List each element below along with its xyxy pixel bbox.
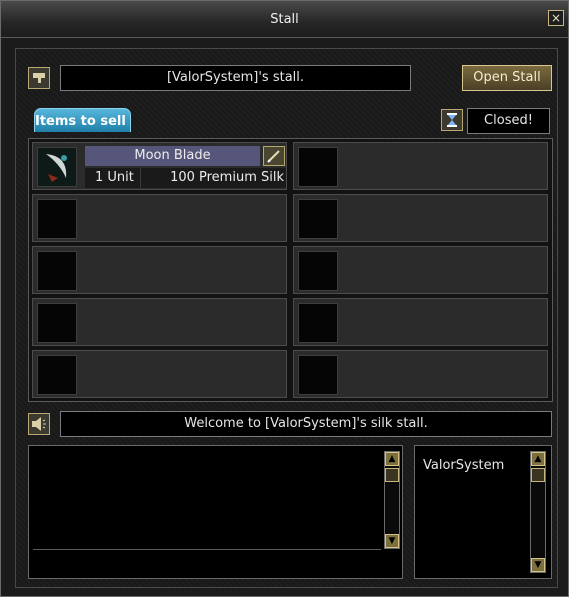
item-quantity: 1 Unit (85, 168, 140, 188)
empty-slot-icon[interactable] (298, 199, 338, 239)
item-slot-10[interactable] (293, 350, 548, 398)
item-slot-2[interactable] (32, 194, 287, 242)
open-stall-button[interactable]: Open Stall (462, 65, 552, 91)
item-slot-6[interactable] (293, 142, 548, 190)
item-slot-9[interactable] (293, 298, 548, 346)
empty-slot-icon[interactable] (37, 355, 77, 395)
scroll-up-icon[interactable]: ▲ (385, 452, 399, 466)
scroll-down-icon[interactable]: ▼ (531, 558, 545, 572)
item-name: Moon Blade (85, 146, 260, 166)
tab-items-to-sell[interactable]: Items to sell (34, 108, 131, 132)
scroll-down-icon[interactable]: ▼ (385, 534, 399, 548)
scroll-thumb[interactable] (531, 468, 545, 482)
empty-slot-icon[interactable] (298, 147, 338, 187)
stall-name-field[interactable]: [ValorSystem]'s stall. (60, 65, 411, 91)
visitor-list-panel[interactable]: ValorSystem ▲ ▼ (414, 445, 552, 579)
item-slot-7[interactable] (293, 194, 548, 242)
tab-items-to-sell-label: Items to sell (35, 114, 126, 129)
item-slot-3[interactable] (32, 246, 287, 294)
welcome-message[interactable]: Welcome to [ValorSystem]'s silk stall. (60, 411, 552, 437)
window-title: Stall (270, 12, 299, 27)
empty-slot-icon[interactable] (37, 303, 77, 343)
scroll-up-icon[interactable]: ▲ (531, 452, 545, 466)
hourglass-icon (441, 109, 463, 131)
edit-pencil-icon[interactable] (263, 146, 285, 166)
empty-slot-icon[interactable] (298, 251, 338, 291)
stall-status: Closed! (467, 108, 550, 134)
close-icon[interactable]: × (548, 10, 564, 26)
moon-blade-item-icon[interactable] (37, 147, 77, 187)
item-slot-5[interactable] (32, 350, 287, 398)
item-grid: Moon Blade 1 Unit 100 Premium Silk (28, 138, 553, 402)
chat-divider (33, 549, 381, 550)
visitor-name[interactable]: ValorSystem (423, 458, 504, 473)
empty-slot-icon[interactable] (298, 303, 338, 343)
empty-slot-icon[interactable] (298, 355, 338, 395)
item-slot-1[interactable]: Moon Blade 1 Unit 100 Premium Silk (32, 142, 287, 190)
pencil-note-icon[interactable] (28, 67, 50, 89)
scroll-thumb[interactable] (385, 468, 399, 482)
item-price: 100 Premium Silk (140, 168, 286, 188)
stall-window: Stall × [ValorSystem]'s stall. Open Stal… (0, 0, 569, 597)
title-bar[interactable]: Stall × (1, 1, 568, 38)
item-slot-8[interactable] (293, 246, 548, 294)
chat-log-panel[interactable]: ▲ ▼ (28, 445, 403, 579)
empty-slot-icon[interactable] (37, 199, 77, 239)
speaker-icon[interactable] (28, 413, 50, 435)
empty-slot-icon[interactable] (37, 251, 77, 291)
item-slot-4[interactable] (32, 298, 287, 346)
chat-scrollbar[interactable]: ▲ ▼ (384, 451, 400, 549)
visitor-scrollbar[interactable]: ▲ ▼ (530, 451, 546, 573)
